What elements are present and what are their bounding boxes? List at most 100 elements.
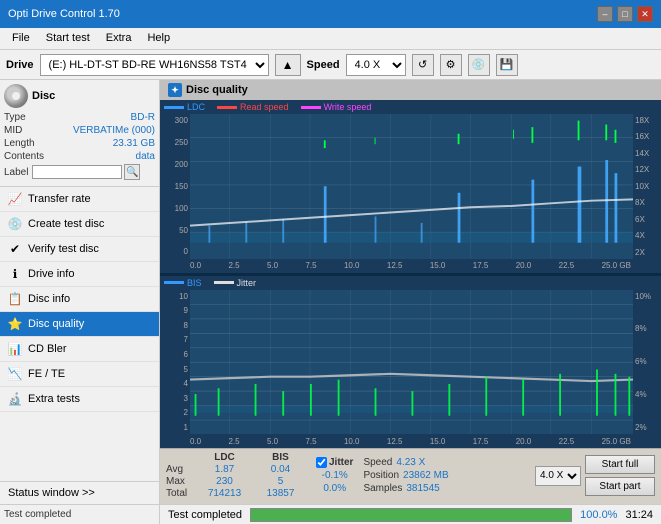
- sidebar-nav: 📈 Transfer rate 💿 Create test disc ✔ Ver…: [0, 187, 159, 481]
- sidebar-item-fe-te[interactable]: 📉 FE / TE: [0, 362, 159, 387]
- legend-write-speed: Write speed: [301, 102, 372, 112]
- disc-label-label: Label: [4, 167, 28, 178]
- sidebar-item-label: FE / TE: [28, 368, 65, 380]
- top-chart-svg: [190, 114, 633, 259]
- disc-type-label: Type: [4, 112, 26, 123]
- status-text: Test completed: [4, 509, 155, 520]
- disc-label-search-button[interactable]: 🔍: [124, 164, 140, 180]
- top-y-axis-right: 18X 16X 14X 12X 10X 8X 6X 4X 2X: [633, 114, 661, 259]
- content-status-bar: Test completed 100.0% 31:24: [160, 504, 661, 524]
- jitter-checkbox[interactable]: [316, 457, 327, 468]
- top-chart-plot: [190, 114, 633, 259]
- menu-file[interactable]: File: [4, 30, 38, 47]
- sidebar-item-disc-info[interactable]: 📋 Disc info: [0, 287, 159, 312]
- start-part-button[interactable]: Start part: [585, 477, 655, 496]
- status-window-button[interactable]: Status window >>: [0, 481, 159, 504]
- maximize-button[interactable]: □: [617, 6, 633, 22]
- stats-area: LDC BIS Avg 1.87 0.04 Max 230 5 Total 71…: [160, 448, 661, 504]
- legend-write-speed-color: [301, 106, 321, 109]
- avg-jitter: -0.1%: [316, 470, 353, 481]
- save-button[interactable]: 💾: [496, 54, 518, 76]
- disc-icon-btn[interactable]: 💿: [468, 54, 490, 76]
- top-y-axis-left: 300 250 200 150 100 50 0: [160, 114, 190, 259]
- content-header: ✦ Disc quality: [160, 80, 661, 100]
- sidebar-item-label: Disc quality: [28, 318, 84, 330]
- total-ldc: 714213: [197, 488, 252, 499]
- menu-help[interactable]: Help: [139, 30, 178, 47]
- drive-select[interactable]: (E:) HL-DT-ST BD-RE WH16NS58 TST4: [40, 54, 269, 76]
- content-progress-label: 100.0%: [580, 509, 617, 521]
- speed-row: Speed 4.23 X: [363, 457, 448, 468]
- drive-info-icon: ℹ: [8, 267, 22, 281]
- sidebar-item-label: Transfer rate: [28, 193, 91, 205]
- avg-bis: 0.04: [253, 464, 308, 475]
- disc-mid-value: VERBATIMe (000): [73, 125, 155, 136]
- content-progress-bar: [250, 508, 572, 522]
- sidebar-item-drive-info[interactable]: ℹ Drive info: [0, 262, 159, 287]
- controls-right: 4.0 X Start full Start part: [535, 455, 655, 496]
- legend-bis-label: BIS: [187, 278, 202, 288]
- sidebar-item-transfer-rate[interactable]: 📈 Transfer rate: [0, 187, 159, 212]
- eject-button[interactable]: ▲: [275, 54, 301, 76]
- speed-select[interactable]: 4.0 X: [346, 54, 406, 76]
- minimize-button[interactable]: –: [597, 6, 613, 22]
- close-button[interactable]: ✕: [637, 6, 653, 22]
- refresh-button[interactable]: ↺: [412, 54, 434, 76]
- drivebar: Drive (E:) HL-DT-ST BD-RE WH16NS58 TST4 …: [0, 50, 661, 80]
- cd-bler-icon: 📊: [8, 342, 22, 356]
- speed-dropdown[interactable]: 4.0 X: [535, 466, 581, 486]
- legend-ldc-label: LDC: [187, 102, 205, 112]
- window-controls: – □ ✕: [597, 6, 653, 22]
- legend-read-speed-label: Read speed: [240, 102, 289, 112]
- ldc-header: LDC: [197, 452, 252, 463]
- disc-icon: [4, 84, 28, 108]
- disc-type-value: BD-R: [131, 112, 155, 123]
- legend-ldc: LDC: [164, 102, 205, 112]
- avg-ldc: 1.87: [197, 464, 252, 475]
- sidebar-item-disc-quality[interactable]: ⭐ Disc quality: [0, 312, 159, 337]
- position-val: 23862 MB: [403, 470, 449, 481]
- position-label: Position: [363, 470, 399, 481]
- content-title: Disc quality: [186, 84, 248, 96]
- legend-jitter: Jitter: [214, 278, 257, 288]
- extra-tests-icon: 🔬: [8, 392, 22, 406]
- disc-label-input[interactable]: [32, 165, 122, 179]
- legend-read-speed-color: [217, 106, 237, 109]
- legend-read-speed: Read speed: [217, 102, 289, 112]
- start-full-button[interactable]: Start full: [585, 455, 655, 474]
- legend-jitter-label: Jitter: [237, 278, 257, 288]
- speed-stat-val: 4.23 X: [396, 457, 425, 468]
- legend-write-speed-label: Write speed: [324, 102, 372, 112]
- menubar: File Start test Extra Help: [0, 28, 661, 50]
- disc-info-icon: 📋: [8, 292, 22, 306]
- bottom-y-axis-left: 10 9 8 7 6 5 4 3 2 1: [160, 290, 190, 435]
- disc-quality-header-icon: ✦: [168, 83, 182, 97]
- bis-header: BIS: [253, 452, 308, 463]
- verify-test-disc-icon: ✔: [8, 242, 22, 256]
- total-bis: 13857: [253, 488, 308, 499]
- samples-label: Samples: [363, 483, 402, 494]
- drive-label: Drive: [6, 59, 34, 71]
- sidebar-item-create-test-disc[interactable]: 💿 Create test disc: [0, 212, 159, 237]
- sidebar-item-cd-bler[interactable]: 📊 CD Bler: [0, 337, 159, 362]
- sidebar-item-verify-test-disc[interactable]: ✔ Verify test disc: [0, 237, 159, 262]
- sidebar-item-label: Disc info: [28, 293, 70, 305]
- bottom-chart-container: BIS Jitter 10 9 8 7 6 5 4 3: [160, 276, 661, 449]
- sidebar-item-extra-tests[interactable]: 🔬 Extra tests: [0, 387, 159, 412]
- sidebar-item-label: Verify test disc: [28, 243, 99, 255]
- menu-start-test[interactable]: Start test: [38, 30, 98, 47]
- legend-bis: BIS: [164, 278, 202, 288]
- stats-grid: LDC BIS Avg 1.87 0.04 Max 230 5 Total 71…: [166, 452, 308, 499]
- legend-jitter-color: [214, 281, 234, 284]
- settings-icon-btn[interactable]: ⚙: [440, 54, 462, 76]
- menu-extra[interactable]: Extra: [98, 30, 140, 47]
- speed-stat-label: Speed: [363, 457, 392, 468]
- total-label: Total: [166, 488, 196, 499]
- fe-te-icon: 📉: [8, 367, 22, 381]
- legend-bis-color: [164, 281, 184, 284]
- bottom-chart-svg: [190, 290, 633, 435]
- jitter-section: Jitter -0.1% 0.0%: [316, 457, 353, 494]
- jitter-header-row: Jitter: [316, 457, 353, 468]
- sidebar-item-label: Extra tests: [28, 393, 80, 405]
- content-status-text: Test completed: [168, 509, 242, 521]
